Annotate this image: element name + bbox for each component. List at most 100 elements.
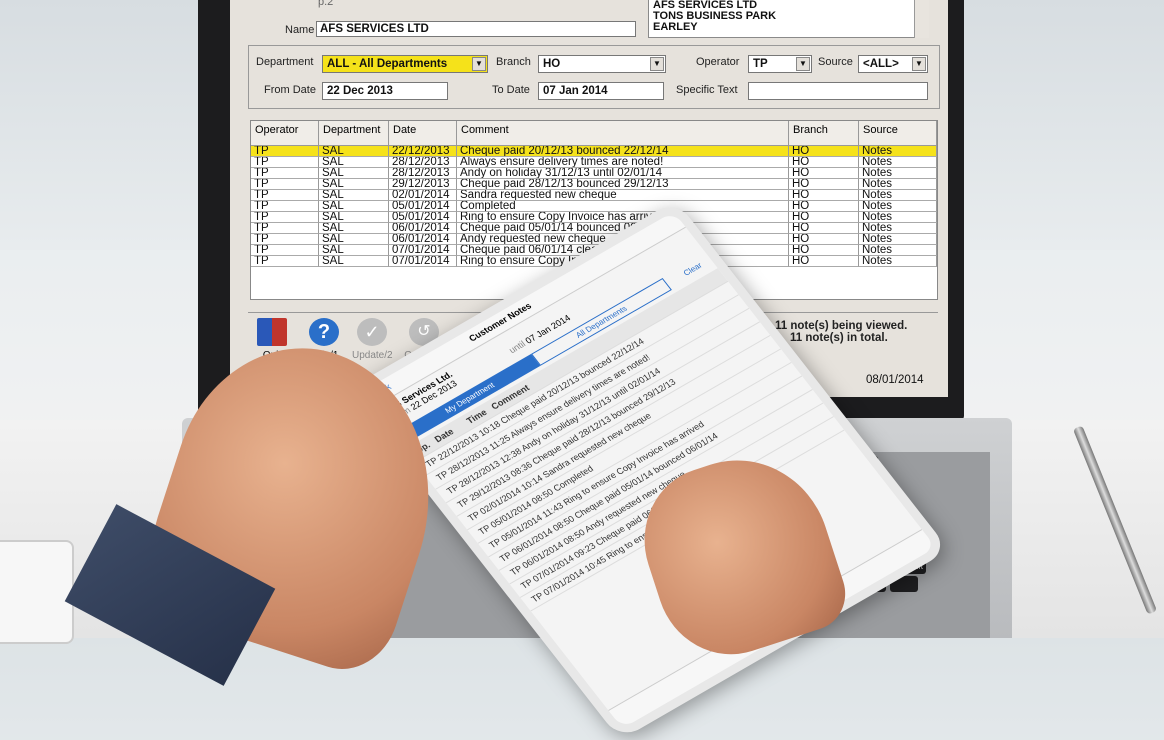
cell-department: SAL: [319, 168, 389, 179]
checkmark-icon: ✓: [357, 318, 387, 346]
name-field[interactable]: AFS SERVICES LTD: [316, 21, 636, 37]
cell-operator: TP: [251, 179, 319, 190]
column-header-comment[interactable]: Comment: [457, 121, 789, 145]
status-viewed: 11 note(s) being viewed.: [775, 320, 908, 332]
branch-value: HO: [543, 58, 561, 70]
cell-date: 05/01/2014: [389, 201, 457, 212]
table-row[interactable]: TP SAL 29/12/2013 Cheque paid 28/12/13 boun…: [251, 179, 937, 190]
cell-department: SAL: [319, 245, 389, 256]
table-row[interactable]: TP SAL 28/12/2013 Always ensure delivery ti…: [251, 157, 937, 168]
cell-comment: Cheque paid 20/12/13 bounced 22/12/14: [457, 146, 789, 157]
cell-branch: HO: [789, 212, 859, 223]
partial-field: p.2: [318, 0, 334, 8]
cell-branch: HO: [789, 223, 859, 234]
cell-department: SAL: [319, 157, 389, 168]
column-header-department[interactable]: Department: [319, 121, 389, 145]
specific-text-field[interactable]: [748, 82, 928, 100]
cell-date: 28/12/2013: [389, 157, 457, 168]
cell-date: 06/01/2014: [389, 234, 457, 245]
cell-comment: Cheque paid 28/12/13 bounced 29/12/13: [457, 179, 789, 190]
cell-branch: HO: [789, 245, 859, 256]
source-value: <ALL>: [863, 58, 899, 70]
cell-department: SAL: [319, 146, 389, 157]
cell-comment: Sandra requested new cheque: [457, 190, 789, 201]
table-row[interactable]: TP SAL 06/01/2014 Cheque paid 05/01/14 boun…: [251, 223, 937, 234]
cell-branch: HO: [789, 157, 859, 168]
operator-select[interactable]: TP ▼: [748, 55, 812, 73]
chevron-down-icon[interactable]: ▼: [796, 57, 810, 71]
to-date-field[interactable]: 07 Jan 2014: [538, 82, 664, 100]
department-select[interactable]: ALL - All Departments ▼: [322, 55, 488, 73]
status-total: 11 note(s) in total.: [790, 332, 888, 344]
from-date-label: From Date: [264, 84, 316, 96]
help-icon: ?: [309, 318, 339, 346]
column-header-date[interactable]: Date: [389, 121, 457, 145]
branch-select[interactable]: HO ▼: [538, 55, 666, 73]
to-date-label: To Date: [492, 84, 530, 96]
cell-operator: TP: [251, 256, 319, 267]
cell-department: SAL: [319, 201, 389, 212]
operator-value: TP: [753, 58, 768, 70]
from-date-field[interactable]: 22 Dec 2013: [322, 82, 448, 100]
cell-branch: HO: [789, 190, 859, 201]
cell-operator: TP: [251, 168, 319, 179]
department-value: ALL - All Departments: [327, 58, 448, 70]
cell-source: Notes: [859, 146, 937, 157]
cell-date: 28/12/2013: [389, 168, 457, 179]
table-row[interactable]: TP SAL 05/01/2014 Ring to ensure Copy Invoi…: [251, 212, 937, 223]
branch-label: Branch: [496, 56, 531, 68]
phone: [0, 540, 74, 644]
cell-source: Notes: [859, 201, 937, 212]
update-button[interactable]: ✓ Update/2: [352, 318, 393, 368]
cell-source: Notes: [859, 256, 937, 267]
column-header-branch[interactable]: Branch: [789, 121, 859, 145]
operator-label: Operator: [696, 56, 740, 68]
source-label: Source: [818, 56, 853, 68]
cell-comment: Always ensure delivery times are noted!: [457, 157, 789, 168]
grid-header: Operator Department Date Comment Branch …: [251, 121, 937, 146]
cell-comment: Completed: [457, 201, 789, 212]
table-row[interactable]: TP SAL 06/01/2014 Andy requested new cheque…: [251, 234, 937, 245]
cell-operator: TP: [251, 245, 319, 256]
cell-comment: Ring to ensure Copy Invoice has arrived: [457, 212, 789, 223]
status-date: 08/01/2014: [862, 372, 936, 390]
specific-text-label: Specific Text: [676, 84, 738, 96]
cell-source: Notes: [859, 190, 937, 201]
column-header-source[interactable]: Source: [859, 121, 937, 145]
cell-source: Notes: [859, 212, 937, 223]
cell-date: 07/01/2014: [389, 256, 457, 267]
update-label: Update/2: [352, 350, 393, 361]
cell-branch: HO: [789, 256, 859, 267]
cell-operator: TP: [251, 201, 319, 212]
cell-branch: HO: [789, 201, 859, 212]
cell-department: SAL: [319, 223, 389, 234]
chevron-down-icon[interactable]: ▼: [472, 57, 486, 71]
chevron-down-icon[interactable]: ▼: [912, 57, 926, 71]
cell-branch: HO: [789, 146, 859, 157]
cell-branch: HO: [789, 179, 859, 190]
cell-date: 02/01/2014: [389, 190, 457, 201]
address-line: EARLEY: [653, 21, 698, 33]
cell-source: Notes: [859, 179, 937, 190]
cell-department: SAL: [319, 190, 389, 201]
cell-department: SAL: [319, 234, 389, 245]
address-scrollbar[interactable]: [914, 0, 929, 38]
cell-comment: Andy on holiday 31/12/13 until 02/01/14: [457, 168, 789, 179]
cell-date: 22/12/2013: [389, 146, 457, 157]
cell-operator: TP: [251, 223, 319, 234]
table-row[interactable]: TP SAL 05/01/2014 Completed HO Notes: [251, 201, 937, 212]
source-select[interactable]: <ALL> ▼: [858, 55, 928, 73]
table-row[interactable]: TP SAL 02/01/2014 Sandra requested new cheq…: [251, 190, 937, 201]
column-header-operator[interactable]: Operator: [251, 121, 319, 145]
address-box[interactable]: AFS SERVICES LTD TONS BUSINESS PARK EARL…: [648, 0, 928, 38]
cell-branch: HO: [789, 234, 859, 245]
cell-department: SAL: [319, 179, 389, 190]
cell-operator: TP: [251, 234, 319, 245]
cell-source: Notes: [859, 245, 937, 256]
table-row[interactable]: TP SAL 28/12/2013 Andy on holiday 31/12/13 …: [251, 168, 937, 179]
department-label: Department: [256, 56, 314, 68]
chevron-down-icon[interactable]: ▼: [650, 57, 664, 71]
cell-date: 06/01/2014: [389, 223, 457, 234]
cell-source: Notes: [859, 223, 937, 234]
table-row[interactable]: TP SAL 22/12/2013 Cheque paid 20/12/13 boun…: [251, 146, 937, 157]
